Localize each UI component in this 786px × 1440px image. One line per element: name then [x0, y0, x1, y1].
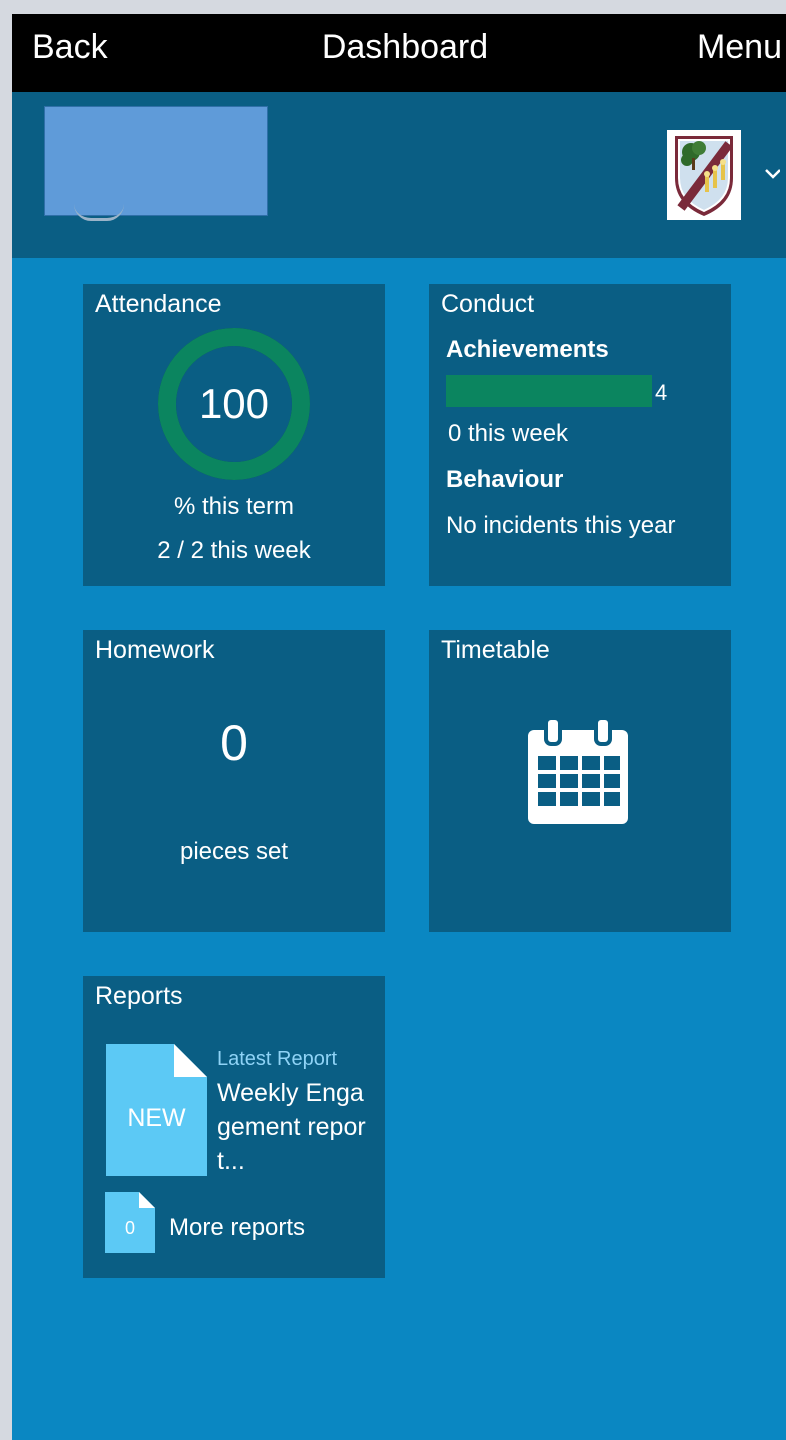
reports-title: Reports [95, 982, 183, 1010]
attendance-tile[interactable]: Attendance 100 % this term 2 / 2 this we… [83, 284, 385, 586]
school-crest-icon[interactable] [667, 130, 741, 220]
latest-report-name[interactable]: Weekly Engagement report... [217, 1076, 377, 1178]
menu-button[interactable]: Menu [697, 28, 782, 67]
page-title: Dashboard [321, 28, 489, 66]
homework-title: Homework [95, 636, 215, 664]
attendance-percent: 100 [198, 380, 270, 427]
latest-report-label: Latest Report [217, 1048, 338, 1070]
profile-header [12, 92, 786, 258]
more-reports-link[interactable]: More reports [169, 1214, 305, 1242]
more-reports-count: 0 [124, 1218, 135, 1238]
attendance-term-label: % this term [173, 493, 295, 520]
achievements-bar [446, 375, 652, 407]
achievements-label: Achievements [446, 336, 609, 363]
homework-count: 0 [220, 715, 248, 771]
new-badge: NEW [127, 1104, 186, 1132]
behaviour-text: No incidents this year [446, 512, 676, 539]
conduct-title: Conduct [441, 290, 535, 318]
chevron-down-icon[interactable] [764, 164, 781, 184]
student-photo [44, 106, 268, 216]
timetable-title: Timetable [441, 636, 550, 664]
timetable-tile[interactable]: Timetable [429, 630, 731, 932]
homework-label: pieces set [179, 838, 289, 865]
reports-tile[interactable]: Reports NEW Latest Report Weekly Engagem… [83, 976, 385, 1278]
calendar-icon[interactable] [526, 716, 630, 826]
app-screen: Back Dashboard Menu Attendance 100 % thi… [12, 14, 786, 1440]
homework-tile[interactable]: Homework 0 pieces set [83, 630, 385, 932]
attendance-week-label: 2 / 2 this week [157, 537, 311, 564]
behaviour-label: Behaviour [446, 466, 564, 493]
attendance-title: Attendance [95, 290, 222, 318]
achievements-week: 0 this week [448, 420, 569, 447]
achievements-count: 4 [655, 380, 668, 405]
achievements-bar-fill [446, 375, 652, 407]
top-bar: Back Dashboard Menu [12, 14, 786, 92]
conduct-tile[interactable]: Conduct Achievements 4 0 this week Behav… [429, 284, 731, 586]
photo-edge [74, 204, 124, 221]
